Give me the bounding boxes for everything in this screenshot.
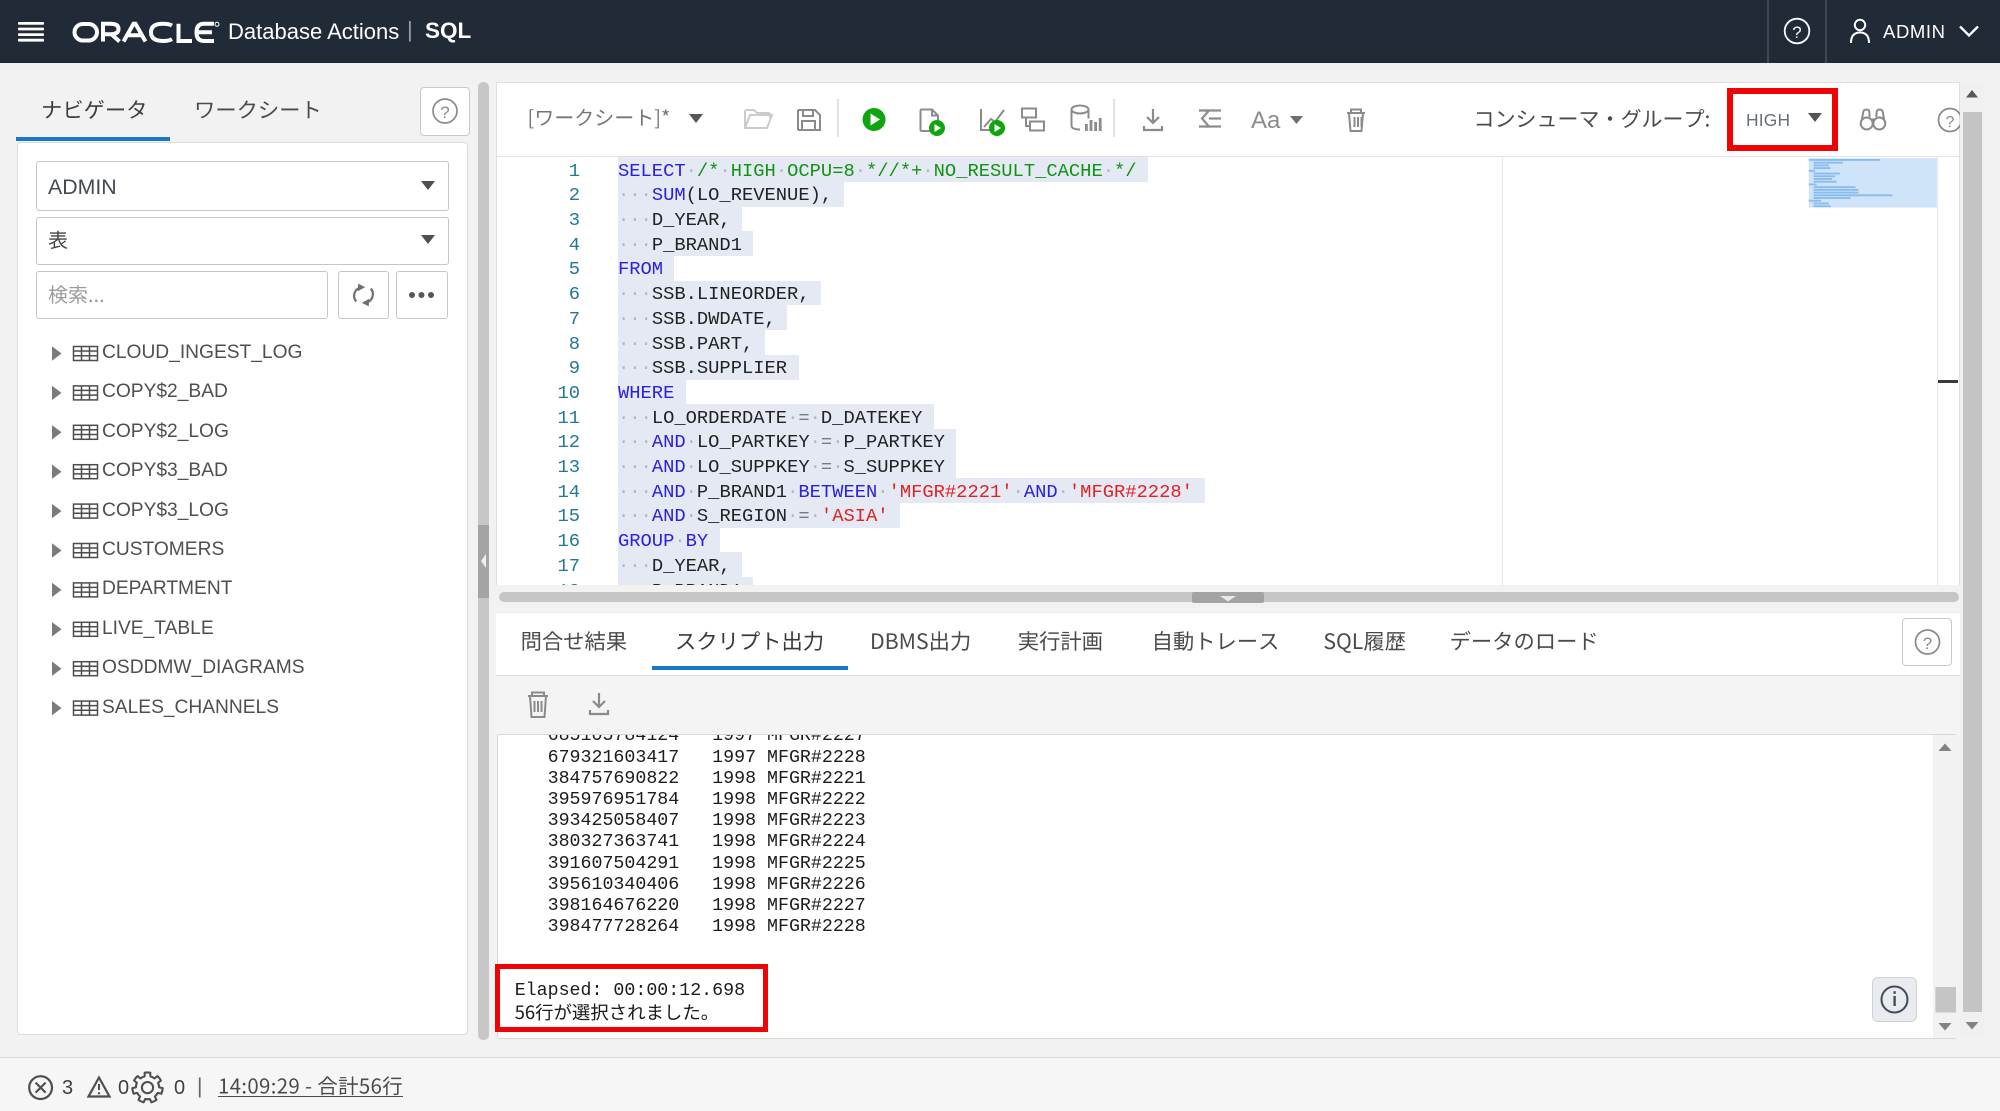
- svg-text:?: ?: [1922, 634, 1931, 653]
- svg-text:?: ?: [440, 103, 449, 122]
- svg-text:?: ?: [1792, 23, 1801, 42]
- svg-text:?: ?: [1946, 114, 1955, 131]
- svg-text:Aa: Aa: [1251, 107, 1281, 134]
